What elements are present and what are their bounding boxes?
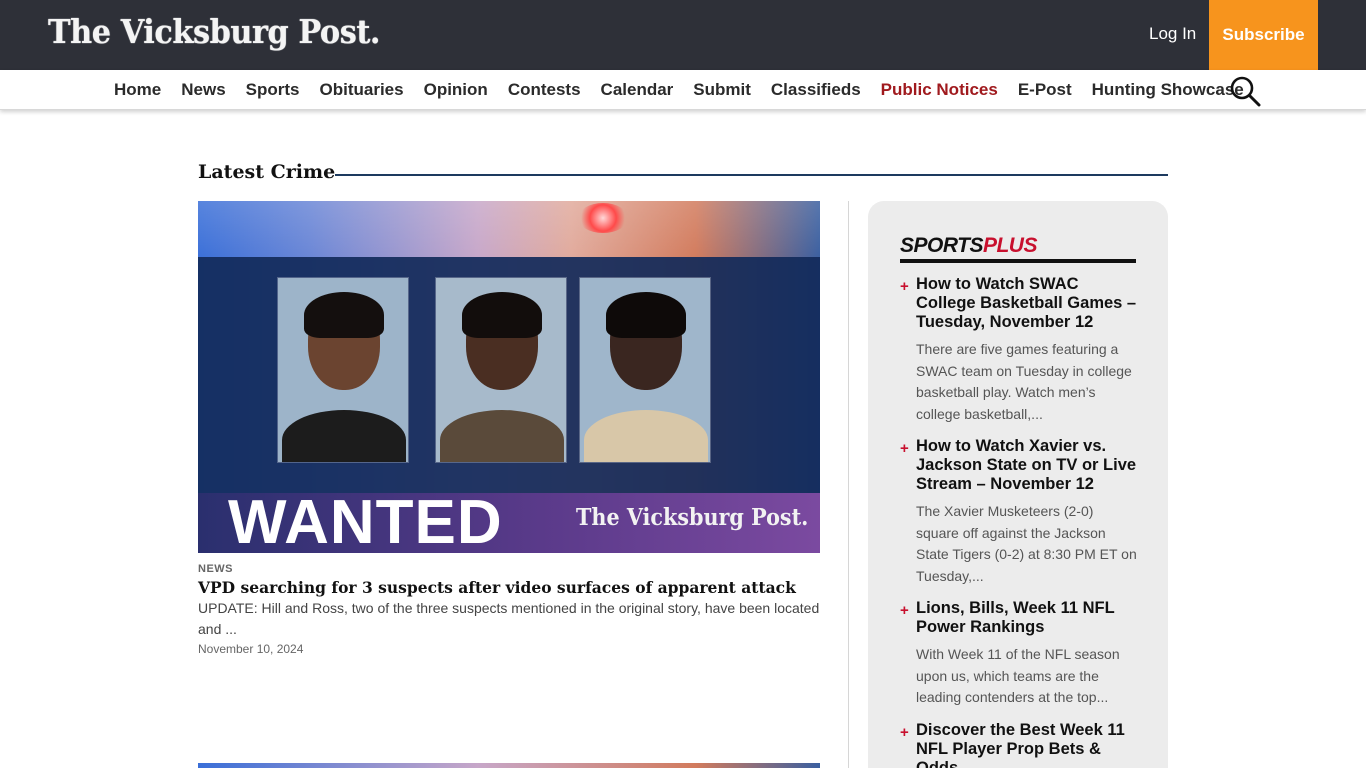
sidebar-article-excerpt: With Week 11 of the NFL season upon us, … [916, 646, 1120, 705]
nav-item-opinion[interactable]: Opinion [414, 80, 498, 100]
site-logo[interactable]: The Vicksburg Post. [48, 12, 380, 51]
plus-icon: + [900, 440, 909, 457]
mugshot-1 [277, 277, 409, 463]
nav-item-news[interactable]: News [171, 80, 235, 100]
nav-item-e-post[interactable]: E-Post [1008, 80, 1082, 100]
mugshot-2 [435, 277, 567, 463]
plus-icon: + [900, 602, 909, 619]
plus-icon: + [900, 724, 909, 741]
section-title: Latest Crime [198, 161, 336, 183]
column-divider [848, 201, 849, 768]
story-headline[interactable]: VPD searching for 3 suspects after video… [198, 578, 796, 597]
sidebar-article-headline[interactable]: Lions, Bills, Week 11 NFL Power Rankings [916, 599, 1138, 637]
main-nav: Home News Sports Obituaries Opinion Cont… [0, 70, 1366, 110]
story-excerpt: UPDATE: Hill and Ross, two of the three … [198, 600, 820, 637]
sportsplus-sidebar: SPORTSPLUS + How to Watch SWAC College B… [868, 201, 1168, 768]
story-date: November 10, 2024 [198, 642, 304, 656]
police-light [578, 203, 628, 233]
login-link[interactable]: Log In [1149, 24, 1196, 44]
nav-item-public-notices[interactable]: Public Notices [871, 80, 1008, 100]
sportsplus-rule [900, 259, 1136, 263]
nav-list: Home News Sports Obituaries Opinion Cont… [104, 70, 1254, 110]
featured-image[interactable]: WANTED The Vicksburg Post. [198, 201, 820, 553]
wanted-text: WANTED [228, 488, 503, 553]
sidebar-article-excerpt: The Xavier Musketeers (2-0) square off a… [916, 503, 1137, 584]
nav-item-home[interactable]: Home [104, 80, 171, 100]
sportsplus-title-part2: PLUS [982, 234, 1038, 257]
mugshot-3 [579, 277, 711, 463]
sidebar-article-headline[interactable]: How to Watch SWAC College Basketball Gam… [916, 275, 1138, 332]
nav-item-submit[interactable]: Submit [683, 80, 761, 100]
image-glow [198, 201, 820, 261]
sidebar-article-headline[interactable]: How to Watch Xavier vs. Jackson State on… [916, 437, 1138, 494]
sidebar-article-excerpt: There are five games featuring a SWAC te… [916, 341, 1132, 422]
section-divider [335, 174, 1168, 176]
subscribe-button[interactable]: Subscribe [1209, 0, 1318, 70]
sportsplus-title: SPORTSPLUS [900, 234, 1037, 258]
sidebar-article-headline[interactable]: Discover the Best Week 11 NFL Player Pro… [916, 721, 1138, 768]
top-bar: The Vicksburg Post. Log In Subscribe [0, 0, 1366, 70]
sportsplus-title-part1: SPORTS [900, 234, 983, 257]
story-category[interactable]: NEWS [198, 563, 233, 575]
nav-item-hunting-showcase[interactable]: Hunting Showcase [1082, 80, 1254, 100]
nav-item-calendar[interactable]: Calendar [591, 80, 684, 100]
nav-item-contests[interactable]: Contests [498, 80, 591, 100]
nav-item-classifieds[interactable]: Classifieds [761, 80, 871, 100]
image-logo: The Vicksburg Post. [576, 504, 809, 531]
plus-icon: + [900, 278, 909, 295]
next-story-image[interactable] [198, 763, 820, 768]
nav-item-sports[interactable]: Sports [236, 80, 310, 100]
nav-item-obituaries[interactable]: Obituaries [310, 80, 414, 100]
search-icon[interactable] [1229, 75, 1261, 107]
